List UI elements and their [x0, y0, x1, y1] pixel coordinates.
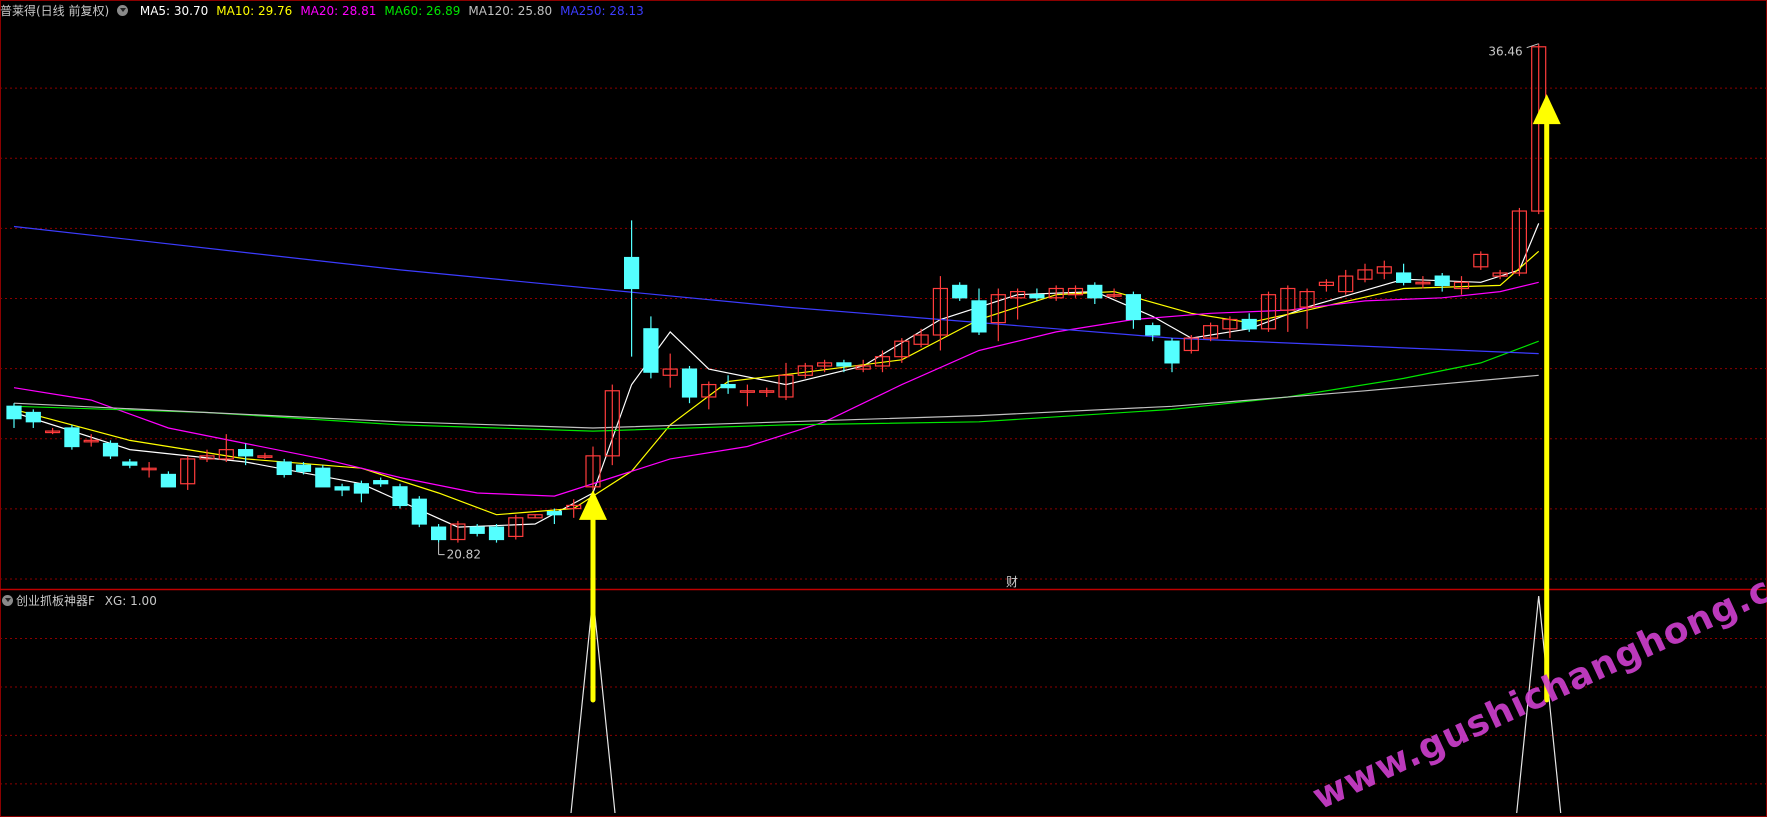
- candle-down: [1395, 272, 1412, 283]
- candle-down: [295, 464, 312, 472]
- main-legend: 普莱得(日线 前复权) MA5: 30.70 MA10: 29.76 MA20: 2…: [0, 2, 660, 19]
- ma-legend-0: MA5: 30.70: [139, 4, 209, 18]
- kline-chart[interactable]: 36.46 20.82 财 www.gushichanghong.com: [0, 0, 1767, 817]
- candle-down: [353, 483, 369, 494]
- ma-legend-4: MA120: 25.80: [468, 4, 553, 18]
- sub-panel-legend: 创业抓板神器F XG: 1.00: [2, 592, 157, 609]
- candle-down: [952, 284, 968, 299]
- candle-down: [1164, 340, 1180, 364]
- ma-legend-1: MA10: 29.76: [216, 4, 293, 18]
- ma-legend: MA5: 30.70 MA10: 29.76 MA20: 28.81 MA60: 26…: [140, 4, 652, 18]
- candle-down: [546, 511, 563, 516]
- ma-legend-2: MA20: 28.81: [300, 4, 377, 18]
- candle-down: [238, 449, 254, 457]
- signal-arrow-head: [1532, 94, 1561, 125]
- candle-down: [334, 486, 350, 491]
- ma-legend-5: MA250: 28.13: [560, 4, 644, 18]
- candle-down: [276, 461, 292, 476]
- candle-down: [392, 486, 408, 507]
- candle-down: [64, 427, 80, 448]
- financial-marker: 财: [1006, 575, 1018, 589]
- candle-down: [623, 256, 640, 290]
- candle-down: [1125, 294, 1142, 321]
- candle-down: [373, 480, 389, 485]
- watermark: www.gushichanghong.com: [1306, 542, 1767, 817]
- ma-line-ma250: [13, 225, 1539, 355]
- candle-down: [469, 526, 485, 534]
- candle-down: [122, 461, 138, 466]
- candle-down: [160, 473, 176, 488]
- candle-down: [720, 383, 736, 389]
- candle-down: [1145, 325, 1161, 336]
- xg-value: XG: 1.00: [104, 594, 157, 608]
- candle-down: [488, 526, 505, 541]
- candle-down: [643, 328, 659, 373]
- ma-line-ma60: [13, 340, 1539, 432]
- ma-line-ma20: [13, 281, 1539, 497]
- candle-down: [6, 405, 22, 420]
- title-text: 普莱得(日线 前复权): [0, 4, 110, 18]
- candle-down: [1434, 275, 1450, 287]
- signal-arrow-head: [579, 489, 607, 520]
- ma-legend-3: MA60: 26.89: [384, 4, 461, 18]
- dropdown-icon[interactable]: [2, 595, 13, 606]
- candle-down: [411, 498, 427, 525]
- candle-down: [431, 526, 447, 541]
- candle-down: [1087, 284, 1103, 299]
- chart-title: 普莱得(日线 前复权): [0, 4, 132, 18]
- candle-down: [102, 442, 119, 457]
- low-label: 20.82: [447, 548, 481, 562]
- candle-down: [1241, 318, 1257, 330]
- candle-down: [1029, 294, 1045, 299]
- candle-down: [681, 368, 698, 398]
- sub-panel-title: 创业抓板神器F: [16, 594, 95, 608]
- candle-down: [971, 300, 987, 333]
- high-label: 36.46: [1488, 45, 1522, 59]
- candle-down: [315, 467, 331, 488]
- candle-down: [836, 362, 852, 367]
- candle-down: [25, 411, 41, 423]
- dropdown-icon[interactable]: [117, 5, 129, 16]
